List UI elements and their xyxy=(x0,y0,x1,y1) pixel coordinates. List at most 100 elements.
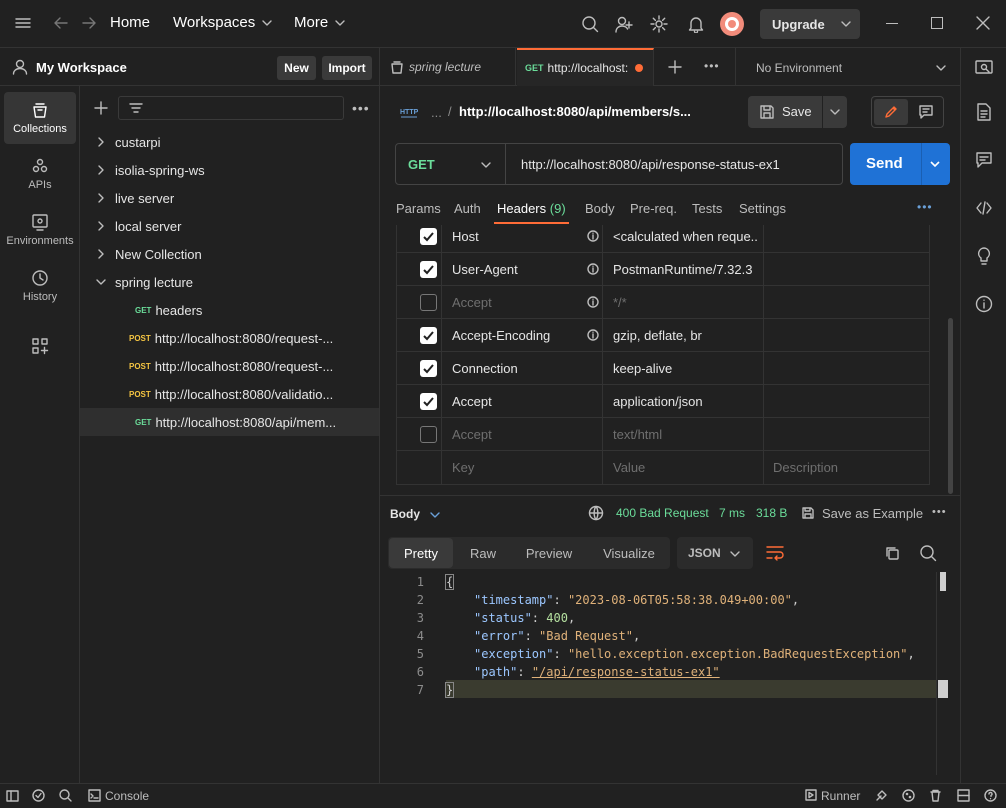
comment-mode-button[interactable] xyxy=(910,99,942,125)
filter-input[interactable] xyxy=(118,96,344,120)
environment-selector[interactable]: No Environment xyxy=(756,61,842,75)
new-button[interactable]: New xyxy=(277,56,316,80)
edit-mode-button[interactable] xyxy=(874,99,908,125)
lightbulb-icon[interactable] xyxy=(975,247,993,265)
scrollbar-thumb[interactable] xyxy=(948,318,953,494)
code-snippet-icon[interactable] xyxy=(975,199,993,217)
forward-arrow-icon[interactable] xyxy=(80,15,98,31)
key-placeholder[interactable]: Key xyxy=(452,460,474,475)
view-visualize[interactable]: Visualize xyxy=(590,538,668,568)
search-response-icon[interactable] xyxy=(919,544,937,562)
online-status-icon[interactable] xyxy=(32,789,45,802)
comments-icon[interactable] xyxy=(975,151,993,169)
rail-item-environments[interactable]: Environments xyxy=(4,204,76,256)
help-icon[interactable] xyxy=(984,789,997,802)
request-item[interactable]: POST http://localhost:8080/request-... xyxy=(80,352,379,380)
header-checkbox[interactable] xyxy=(420,393,437,410)
tab-spring-lecture[interactable]: spring lecture xyxy=(380,48,516,86)
header-checkbox[interactable] xyxy=(420,228,437,245)
collection-item[interactable]: custarpi xyxy=(80,128,379,156)
request-item-selected[interactable]: GET http://localhost:8080/api/mem... xyxy=(80,408,379,436)
breadcrumb-ellipsis[interactable]: ... xyxy=(431,105,442,120)
request-item[interactable]: POST http://localhost:8080/request-... xyxy=(80,324,379,352)
rail-item-collections[interactable]: Collections xyxy=(4,92,76,144)
upgrade-button[interactable]: Upgrade xyxy=(760,9,860,39)
tabs-more-icon[interactable]: ••• xyxy=(704,60,720,72)
response-time[interactable]: 7 ms xyxy=(719,506,745,520)
beautify-wrap-icon[interactable] xyxy=(765,544,785,562)
two-pane-view-icon[interactable] xyxy=(957,789,970,802)
cookies-icon[interactable] xyxy=(902,789,915,802)
workspaces-menu[interactable]: Workspaces xyxy=(173,14,273,31)
environment-quicklook-icon[interactable] xyxy=(975,60,993,76)
hamburger-menu-icon[interactable] xyxy=(14,16,32,30)
tab-pre-request[interactable]: Pre-req. xyxy=(630,201,677,216)
status-badge[interactable]: 400 Bad Request xyxy=(616,506,709,520)
search-icon[interactable] xyxy=(581,15,599,33)
back-arrow-icon[interactable] xyxy=(52,15,70,31)
url-input[interactable]: http://localhost:8080/api/response-statu… xyxy=(521,157,780,172)
request-item[interactable]: GET headers xyxy=(80,296,379,324)
request-title[interactable]: http://localhost:8080/api/members/s... xyxy=(459,104,691,119)
info-icon[interactable] xyxy=(975,295,993,313)
save-as-example-button[interactable]: Save as Example xyxy=(822,506,923,521)
tab-settings[interactable]: Settings xyxy=(739,201,786,216)
tab-auth[interactable]: Auth xyxy=(454,201,481,216)
json-link-value[interactable]: "/api/response-status-ex1" xyxy=(532,665,720,679)
documentation-icon[interactable] xyxy=(975,103,993,121)
new-tab-plus-icon[interactable] xyxy=(667,59,683,75)
save-button[interactable]: Save xyxy=(748,96,847,128)
toggle-sidebar-icon[interactable] xyxy=(6,790,19,802)
header-checkbox[interactable] xyxy=(420,261,437,278)
tab-active-request[interactable]: GET http://localhost: xyxy=(517,48,654,86)
copy-icon[interactable] xyxy=(884,545,900,561)
send-button[interactable]: Send xyxy=(850,143,950,185)
response-size[interactable]: 318 B xyxy=(756,506,787,520)
tab-headers[interactable]: Headers (9) xyxy=(497,201,566,216)
runner-button[interactable]: Runner xyxy=(821,789,860,803)
add-ons-grid-icon[interactable] xyxy=(31,337,49,355)
home-link[interactable]: Home xyxy=(110,14,150,31)
header-checkbox[interactable] xyxy=(420,294,437,311)
collection-item-expanded[interactable]: spring lecture xyxy=(80,268,379,296)
trash-icon[interactable] xyxy=(929,789,942,802)
maximize-window-icon[interactable] xyxy=(931,17,943,29)
avatar[interactable] xyxy=(719,11,745,37)
more-menu[interactable]: More xyxy=(294,14,346,31)
view-pretty[interactable]: Pretty xyxy=(389,538,453,568)
tab-body[interactable]: Body xyxy=(585,201,615,216)
settings-gear-icon[interactable] xyxy=(650,15,668,33)
collection-item[interactable]: isolia-spring-ws xyxy=(80,156,379,184)
response-body-label[interactable]: Body xyxy=(390,507,420,521)
header-checkbox[interactable] xyxy=(420,426,437,443)
console-button[interactable]: Console xyxy=(105,789,149,803)
view-preview[interactable]: Preview xyxy=(515,538,583,568)
view-raw[interactable]: Raw xyxy=(455,538,511,568)
add-collection-icon[interactable] xyxy=(93,100,109,116)
chevron-down-icon[interactable] xyxy=(935,64,947,72)
invite-user-icon[interactable] xyxy=(615,15,633,33)
description-placeholder[interactable]: Description xyxy=(773,460,838,475)
close-window-icon[interactable] xyxy=(976,16,990,30)
method-select[interactable]: GET xyxy=(396,144,506,184)
globe-icon[interactable] xyxy=(588,505,604,521)
header-checkbox[interactable] xyxy=(420,360,437,377)
collection-item[interactable]: local server xyxy=(80,212,379,240)
scrollbar-thumb[interactable] xyxy=(940,572,946,591)
chevron-down-icon[interactable] xyxy=(429,511,441,519)
workspace-name[interactable]: My Workspace xyxy=(36,60,127,75)
tab-params[interactable]: Params xyxy=(396,201,441,216)
minimize-window-icon[interactable] xyxy=(886,23,898,24)
import-button[interactable]: Import xyxy=(322,56,372,80)
more-options-icon[interactable]: ••• xyxy=(352,101,370,115)
find-replace-icon[interactable] xyxy=(59,789,72,802)
capture-requests-icon[interactable] xyxy=(875,789,888,802)
subtabs-more-icon[interactable]: ••• xyxy=(917,201,933,213)
rail-item-history[interactable]: History xyxy=(4,260,76,312)
header-checkbox[interactable] xyxy=(420,327,437,344)
notifications-bell-icon[interactable] xyxy=(687,15,705,33)
collection-item[interactable]: live server xyxy=(80,184,379,212)
rail-item-apis[interactable]: APIs xyxy=(4,148,76,200)
value-placeholder[interactable]: Value xyxy=(613,460,758,475)
response-more-icon[interactable]: ••• xyxy=(932,507,947,518)
